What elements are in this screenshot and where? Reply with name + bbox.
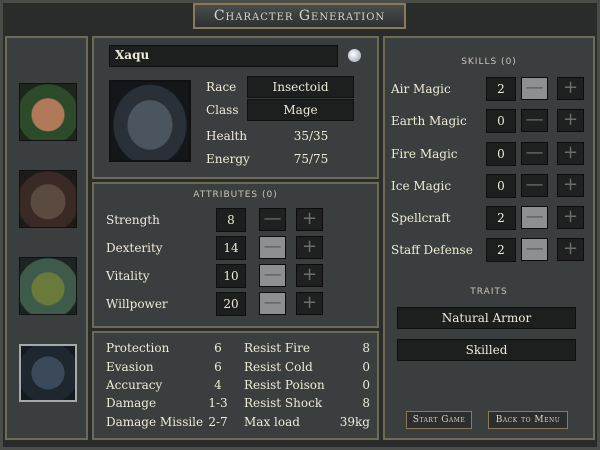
skill-value: 2 (497, 243, 505, 257)
fire-magic-plus-button[interactable]: + (557, 142, 584, 165)
skill-label: Ice Magic (391, 179, 452, 193)
skill-value: 0 (497, 179, 505, 193)
attribute-value: 10 (223, 269, 239, 283)
trait-label: Natural Armor (441, 311, 532, 325)
attribute-label: Willpower (106, 297, 168, 311)
stat-value: 0 (362, 378, 370, 392)
party-portrait-1[interactable] (19, 83, 77, 141)
stat-value: 6 (214, 341, 222, 355)
stat-label: Accuracy (106, 378, 163, 392)
health-value: 35/35 (293, 129, 329, 143)
attribute-value: 14 (223, 241, 239, 255)
stat-value: 8 (362, 396, 370, 410)
air-magic-minus-button[interactable]: — (521, 77, 548, 100)
earth-magic-plus-button[interactable]: + (557, 109, 584, 132)
back-to-menu-button[interactable]: Back to Menu (488, 411, 568, 429)
willpower-minus-button[interactable]: — (259, 292, 286, 315)
class-value: Mage (283, 103, 318, 117)
vitality-minus-button[interactable]: — (259, 264, 286, 287)
spellcraft-plus-button[interactable]: + (557, 206, 584, 229)
character-name: Xaqu (115, 48, 150, 62)
spellcraft-minus-button[interactable]: — (521, 206, 548, 229)
attribute-label: Strength (106, 213, 160, 227)
skill-value: 0 (497, 114, 505, 128)
race-value: Insectoid (272, 80, 329, 94)
stat-label: Damage (106, 396, 157, 410)
stat-label: Resist Poison (244, 378, 325, 392)
strength-plus-button[interactable]: + (296, 208, 323, 231)
stat-value: 8 (362, 341, 370, 355)
stat-label: Max load (244, 415, 300, 429)
skill-value: 2 (497, 82, 505, 96)
skills-title: SKILLS (0) (461, 57, 517, 67)
trait-label: Skilled (465, 343, 508, 357)
window-title: Character Generation (193, 3, 406, 29)
party-portrait-3[interactable] (19, 257, 77, 315)
skill-label: Fire Magic (391, 147, 458, 161)
vitality-plus-button[interactable]: + (296, 264, 323, 287)
stat-label: Evasion (106, 360, 154, 374)
stat-value: 4 (214, 378, 222, 392)
attribute-label: Vitality (106, 269, 150, 283)
stat-value: 39kg (339, 415, 370, 429)
stat-label: Resist Cold (244, 360, 313, 374)
attribute-label: Dexterity (106, 241, 163, 255)
energy-value: 75/75 (293, 152, 329, 166)
skill-label: Air Magic (391, 82, 451, 96)
skill-label: Spellcraft (391, 211, 451, 225)
willpower-plus-button[interactable]: + (296, 292, 323, 315)
ice-magic-plus-button[interactable]: + (557, 174, 584, 197)
stat-label: Resist Fire (244, 341, 310, 355)
randomize-name-icon[interactable] (348, 49, 361, 62)
skill-value: 2 (497, 211, 505, 225)
strength-minus-button[interactable]: — (259, 208, 286, 231)
stat-value: 6 (214, 360, 222, 374)
earth-magic-minus-button[interactable]: — (521, 109, 548, 132)
party-portrait-2[interactable] (19, 170, 77, 228)
stat-label: Damage Missile (106, 415, 204, 429)
energy-label: Energy (206, 152, 250, 166)
attribute-value: 20 (223, 297, 239, 311)
staff-defense-plus-button[interactable]: + (557, 238, 584, 261)
health-label: Health (206, 129, 248, 143)
stat-value: 2-7 (208, 415, 228, 429)
stat-label: Resist Shock (244, 396, 323, 410)
stat-label: Protection (106, 341, 170, 355)
staff-defense-minus-button[interactable]: — (521, 238, 548, 261)
stat-value: 0 (362, 360, 370, 374)
class-label: Class (206, 103, 239, 117)
dexterity-plus-button[interactable]: + (296, 236, 323, 259)
stat-value: 1-3 (208, 396, 228, 410)
air-magic-plus-button[interactable]: + (557, 77, 584, 100)
party-portrait-4-selected[interactable] (19, 344, 77, 402)
character-portrait (109, 80, 191, 162)
skill-label: Earth Magic (391, 114, 467, 128)
attribute-value: 8 (227, 213, 235, 227)
ice-magic-minus-button[interactable]: — (521, 174, 548, 197)
fire-magic-minus-button[interactable]: — (521, 142, 548, 165)
traits-title: TRAITS (470, 287, 508, 297)
dexterity-minus-button[interactable]: — (259, 236, 286, 259)
start-game-button[interactable]: Start Game (406, 411, 472, 429)
skill-label: Staff Defense (391, 243, 473, 257)
skill-value: 0 (497, 147, 505, 161)
race-label: Race (206, 80, 237, 94)
attributes-title: ATTRIBUTES (0) (193, 190, 278, 200)
